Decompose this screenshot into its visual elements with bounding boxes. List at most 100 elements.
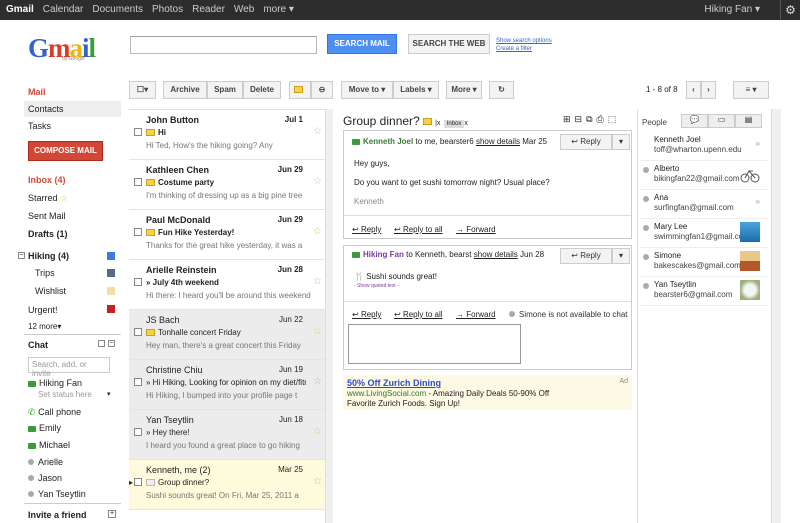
chat-contact[interactable]: Michael xyxy=(28,440,70,450)
top-nav-gmail[interactable]: Gmail xyxy=(6,4,34,15)
new-window-icon[interactable]: ⊞ xyxy=(563,114,571,125)
status-dropdown-icon[interactable]: ▾ xyxy=(107,390,111,398)
label-color-swatch[interactable] xyxy=(107,269,115,277)
collapse-icon[interactable]: − xyxy=(18,252,25,259)
print-icon[interactable]: ⎙ xyxy=(597,114,604,125)
mark-important-button[interactable] xyxy=(289,81,311,99)
message-sender[interactable]: Kenneth Joel xyxy=(363,137,413,146)
nav-label-wishlist[interactable]: Wishlist xyxy=(35,286,66,296)
invite-friend[interactable]: Invite a friend xyxy=(28,510,87,520)
nav-label-hiking[interactable]: Hiking (4) xyxy=(28,251,69,261)
message-sender[interactable]: Hiking Fan xyxy=(363,250,404,259)
email-row[interactable]: Kathleen Chen Jun 29 Costume party I'm th… xyxy=(129,160,325,210)
delete-button[interactable]: Delete xyxy=(243,81,281,99)
show-search-options-link[interactable]: Show search options xyxy=(496,37,552,45)
important-icon[interactable] xyxy=(146,479,155,487)
label-color-swatch[interactable] xyxy=(107,287,115,295)
nav-tasks[interactable]: Tasks xyxy=(28,121,51,131)
email-row[interactable]: Christine Chiu Jun 19 » Hi Hiking, Lookin… xyxy=(129,360,325,410)
search-web-button[interactable]: SEARCH THE WEB xyxy=(408,34,490,54)
labels-button[interactable]: Labels ▾ xyxy=(393,81,439,99)
important-icon[interactable] xyxy=(146,229,155,237)
email-row[interactable]: ▸ Kenneth, me (2) Mar 25 Group dinner? Su… xyxy=(129,460,325,510)
star-icon[interactable]: ☆ xyxy=(313,276,322,287)
label-color-swatch[interactable] xyxy=(107,305,115,313)
expand-all-icon[interactable]: ⊟ xyxy=(575,114,583,125)
people-item[interactable]: Simone bakescakes@gmail.com xyxy=(640,249,768,277)
inbox-label-chip[interactable]: Inbox xyxy=(443,120,465,128)
top-nav-calendar[interactable]: Calendar xyxy=(43,4,84,15)
reply-link[interactable]: ↩ Reply xyxy=(352,310,381,319)
reply-all-link[interactable]: ↩ Reply to all xyxy=(394,225,443,234)
reply-button[interactable]: ↩ Reply xyxy=(560,248,612,264)
important-icon[interactable] xyxy=(146,179,155,187)
ad-url[interactable]: www.LivingSocial.com xyxy=(347,389,426,398)
nav-label-urgent[interactable]: Urgent! xyxy=(28,305,58,315)
move-to-button[interactable]: Move to ▾ xyxy=(341,81,393,99)
top-nav-photos[interactable]: Photos xyxy=(152,4,183,15)
prev-page-icon[interactable]: ‹ xyxy=(686,81,701,99)
email-row[interactable]: Arielle Reinstein Jun 28 » July 4th weeke… xyxy=(129,260,325,310)
video-call-icon[interactable]: ▭ xyxy=(708,114,735,128)
chat-self[interactable]: Hiking Fan xyxy=(28,378,82,388)
email-row[interactable]: JS Bach Jun 22 Tonhalle concert Friday He… xyxy=(129,310,325,360)
star-icon[interactable]: ☆ xyxy=(313,376,322,387)
email-checkbox[interactable] xyxy=(134,228,142,236)
list-scrollbar[interactable] xyxy=(325,109,333,523)
label-color-swatch[interactable] xyxy=(107,252,115,260)
important-icon[interactable] xyxy=(146,129,155,137)
expand-icon[interactable]: » xyxy=(756,139,760,148)
collapse-icon[interactable]: ⧉ xyxy=(586,114,592,125)
people-item[interactable]: Yan Tseytlin bearster6@gmail.com xyxy=(640,278,768,306)
nav-starred[interactable]: Starred ☆ xyxy=(28,193,68,204)
chat-contact[interactable]: Arielle xyxy=(28,457,63,467)
more-actions-dropdown[interactable]: ▾ xyxy=(612,248,630,264)
chat-status[interactable]: Set status here xyxy=(38,390,92,399)
people-item[interactable]: Mary Lee swimmingfan1@gmail.com xyxy=(640,220,768,248)
star-icon[interactable]: ☆ xyxy=(313,476,322,487)
forward-link[interactable]: → Forward xyxy=(456,225,496,234)
calendar-icon[interactable]: ▤ xyxy=(735,114,762,128)
email-checkbox[interactable] xyxy=(134,328,142,336)
top-nav-documents[interactable]: Documents xyxy=(92,4,143,15)
top-nav-reader[interactable]: Reader xyxy=(192,4,225,15)
reply-button[interactable]: ↩ Reply xyxy=(560,134,612,150)
nav-drafts[interactable]: Drafts (1) xyxy=(28,229,68,239)
nav-sent[interactable]: Sent Mail xyxy=(28,211,66,221)
reply-textarea[interactable] xyxy=(348,324,521,364)
refresh-icon[interactable]: ↻ xyxy=(489,81,514,99)
remove-label-icon[interactable]: x xyxy=(464,120,468,127)
nav-contacts[interactable]: Contacts xyxy=(28,104,64,114)
star-icon[interactable]: ☆ xyxy=(313,426,322,437)
user-menu[interactable]: Hiking Fan ▾ xyxy=(704,4,760,15)
spam-button[interactable]: Spam xyxy=(207,81,243,99)
email-row[interactable]: Yan Tseytlin Jun 18 » Hey there! I heard … xyxy=(129,410,325,460)
view-options-button[interactable]: ≡ ▾ xyxy=(733,81,769,99)
search-input[interactable] xyxy=(130,36,317,54)
chat-call-phone[interactable]: ✆ Call phone xyxy=(28,407,81,418)
page-scrollbar[interactable] xyxy=(771,109,781,523)
important-icon[interactable] xyxy=(423,118,433,126)
plus-icon[interactable]: + xyxy=(108,510,116,518)
chat-contact[interactable]: Jason xyxy=(28,473,62,483)
chat-popout-icon[interactable] xyxy=(98,340,105,347)
chat-minimize-icon[interactable]: − xyxy=(108,340,115,347)
email-checkbox[interactable] xyxy=(134,128,142,136)
chat-search-input[interactable]: Search, add, or invite xyxy=(28,357,110,378)
search-mail-button[interactable]: SEARCH MAIL xyxy=(327,34,397,54)
mark-not-important-button[interactable]: ⊖ xyxy=(311,81,333,99)
people-item[interactable]: Kenneth Joel toff@wharton.upenn.edu » xyxy=(640,133,768,161)
nav-mail[interactable]: Mail xyxy=(28,87,46,97)
email-row[interactable]: Paul McDonald Jun 29 Fun Hike Yesterday! … xyxy=(129,210,325,260)
top-nav-web[interactable]: Web xyxy=(234,4,254,15)
people-item[interactable]: Ana surfingfan@gmail.com » xyxy=(640,191,768,219)
expand-icon[interactable]: » xyxy=(756,197,760,206)
nav-label-trips[interactable]: Trips xyxy=(35,268,55,278)
remove-icon[interactable]: |x xyxy=(435,120,440,127)
email-checkbox[interactable] xyxy=(134,278,142,286)
people-item[interactable]: Alberto bikingfan22@gmail.com xyxy=(640,162,768,190)
star-icon[interactable]: ☆ xyxy=(313,176,322,187)
star-icon[interactable]: ☆ xyxy=(313,326,322,337)
more-actions-dropdown[interactable]: ▾ xyxy=(612,134,630,150)
reply-all-link[interactable]: ↩ Reply to all xyxy=(394,310,443,319)
